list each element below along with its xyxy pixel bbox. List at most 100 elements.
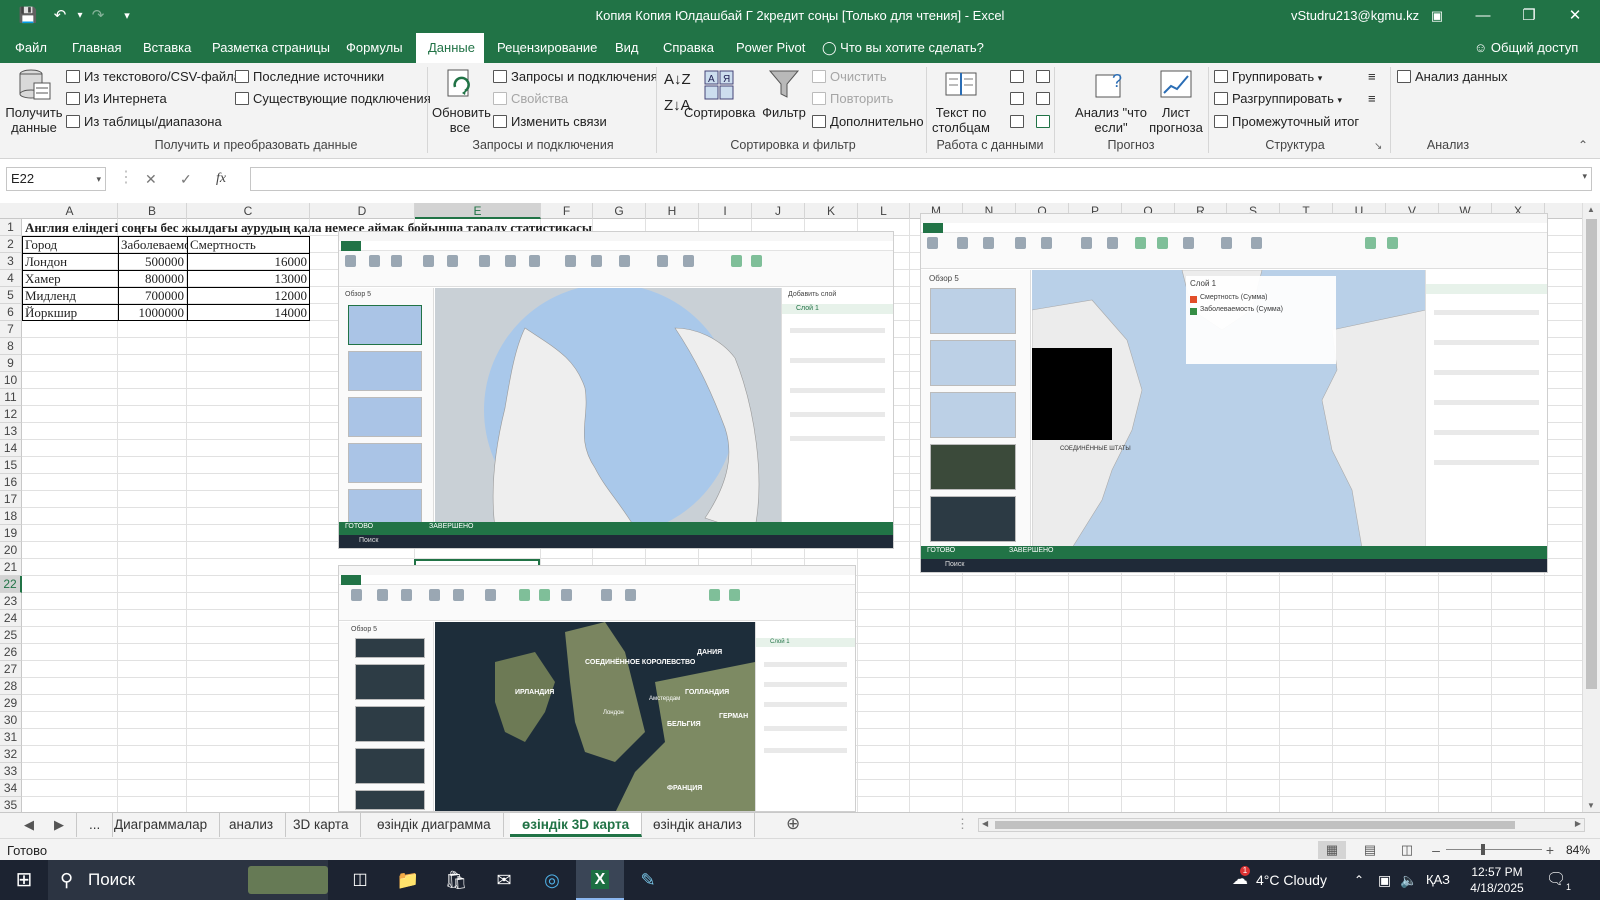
weather-text[interactable]: 4°C Cloudy (1256, 860, 1327, 900)
row-header[interactable]: 27 (0, 661, 22, 678)
insert-function-icon[interactable]: fx (216, 171, 226, 187)
tab-home[interactable]: Главная (60, 33, 133, 63)
zoom-in-icon[interactable]: + (1536, 841, 1564, 859)
excel-app-icon[interactable]: X (576, 860, 624, 900)
from-table-button[interactable]: Из таблицы/диапазона (66, 113, 222, 131)
row-header[interactable]: 18 (0, 508, 22, 525)
sort-button[interactable]: AЯ Сортировка (684, 67, 755, 120)
header-incidence[interactable]: Заболеваемость (119, 236, 187, 253)
share-button[interactable]: ☺ Общий доступ (1474, 33, 1578, 63)
sheet-tab-own-analysis[interactable]: өзіндік анализ (641, 813, 755, 837)
row-header[interactable]: 20 (0, 542, 22, 559)
task-view-icon[interactable]: ◫ (336, 860, 384, 900)
row-header[interactable]: 26 (0, 644, 22, 661)
filter-button[interactable]: Фильтр (760, 67, 808, 120)
advanced-filter-button[interactable]: Дополнительно (812, 113, 924, 131)
tab-formulas[interactable]: Формулы (334, 33, 415, 63)
table-cell[interactable]: Лондон (23, 253, 118, 270)
collapse-ribbon-icon[interactable]: ⌃ (1578, 136, 1588, 154)
page-break-view-icon[interactable]: ◫ (1393, 841, 1421, 859)
zoom-level[interactable]: 84% (1566, 843, 1590, 857)
row-header[interactable]: 22 (0, 576, 22, 593)
consolidate-icon[interactable] (1036, 68, 1054, 86)
subtotal-button[interactable]: Промежуточный итог (1214, 113, 1359, 131)
taskbar-search[interactable]: ⚲ Поиск (48, 860, 328, 900)
windows-start-icon[interactable]: ⊞ (0, 860, 48, 900)
store-icon[interactable]: 🛍 (432, 860, 480, 900)
row-header[interactable]: 19 (0, 525, 22, 542)
header-mortality[interactable]: Смертность (188, 236, 310, 253)
row-header[interactable]: 2 (0, 236, 22, 253)
flash-fill-icon[interactable] (1010, 68, 1028, 86)
sheet-tab-own-3d-map[interactable]: өзіндік 3D карта (510, 813, 643, 837)
row-header[interactable]: 11 (0, 389, 22, 406)
worksheet-grid[interactable]: ABCDEFGHIJKLMNOPQRSTUVWX 1 2 3 4 5 6 7 8 9 10 11 12… (0, 203, 1582, 812)
column-header[interactable]: I (699, 203, 752, 219)
hide-detail-icon[interactable]: ≡ (1368, 90, 1376, 108)
table-cell[interactable]: 14000 (188, 304, 309, 321)
column-header[interactable]: F (541, 203, 593, 219)
page-layout-view-icon[interactable]: ▤ (1356, 841, 1384, 859)
show-detail-icon[interactable]: ≡ (1368, 68, 1376, 86)
close-icon[interactable]: ✕ (1560, 5, 1590, 27)
file-explorer-icon[interactable]: 📁 (384, 860, 432, 900)
row-header[interactable]: 9 (0, 355, 22, 372)
get-data-button[interactable]: Получить данные (4, 67, 64, 135)
column-header[interactable]: C (187, 203, 310, 219)
clock[interactable]: 12:57 PM 4/18/2025 (1462, 864, 1532, 896)
restore-icon[interactable]: ❐ (1514, 5, 1544, 27)
row-header[interactable]: 33 (0, 763, 22, 780)
table-cell[interactable]: 800000 (119, 270, 186, 287)
table-cell[interactable]: 13000 (188, 270, 309, 287)
forecast-sheet-button[interactable]: Лист прогноза (1148, 67, 1204, 135)
expand-formula-bar-icon[interactable]: ▾ (1582, 171, 1587, 182)
chevron-down-icon[interactable]: ▾ (96, 168, 101, 190)
tab-file[interactable]: Файл (3, 33, 59, 63)
outline-dialog-launcher-icon[interactable]: ↘ (1374, 138, 1382, 156)
header-city[interactable]: Город (23, 236, 118, 253)
table-cell[interactable]: Мидленд (23, 287, 118, 304)
tab-review[interactable]: Рецензирование (485, 33, 609, 63)
embedded-screenshot-atlantic[interactable]: Обзор 5 СОЕДИНЁННЫЕ ШТАТЫ Слой 1 Смертно… (920, 213, 1548, 573)
table-cell[interactable]: Йоркшир (23, 304, 118, 321)
enter-check-icon[interactable]: ✓ (180, 171, 192, 188)
tab-page-layout[interactable]: Разметка страницы (200, 33, 342, 63)
column-header[interactable]: E (415, 203, 541, 219)
user-account[interactable]: vStudru213@kgmu.kz (1291, 8, 1419, 23)
row-header[interactable]: 14 (0, 440, 22, 457)
row-header[interactable]: 30 (0, 712, 22, 729)
queries-connections-button[interactable]: Запросы и подключения (493, 68, 658, 86)
show-hidden-icons-icon[interactable]: ⌃ (1354, 860, 1364, 900)
row-header[interactable]: 4 (0, 270, 22, 287)
table-cell[interactable]: 700000 (119, 287, 186, 304)
relationships-icon[interactable] (1036, 90, 1054, 108)
row-header[interactable]: 12 (0, 406, 22, 423)
vertical-scrollbar[interactable]: ▲ ▼ (1582, 203, 1600, 812)
vertical-scroll-thumb[interactable] (1586, 219, 1597, 689)
row-header[interactable]: 31 (0, 729, 22, 746)
row-header[interactable]: 23 (0, 593, 22, 610)
row-header[interactable]: 1 (0, 219, 22, 236)
row-header[interactable]: 3 (0, 253, 22, 270)
table-cell[interactable]: 1000000 (119, 304, 186, 321)
row-header[interactable]: 25 (0, 627, 22, 644)
table-cell[interactable]: 12000 (188, 287, 309, 304)
from-text-csv-button[interactable]: Из текстового/CSV-файла (66, 68, 241, 86)
add-sheet-icon[interactable]: ⊕ (786, 814, 800, 834)
normal-view-icon[interactable]: ▦ (1318, 841, 1346, 859)
edit-links-button[interactable]: Изменить связи (493, 113, 607, 131)
embedded-screenshot-globe[interactable]: Обзор 5 Добавить слой Слой 1 ГОТОВО ЗАВЕ… (338, 231, 894, 549)
properties-button[interactable]: Свойства (493, 90, 568, 108)
zoom-slider-handle[interactable] (1481, 844, 1485, 855)
row-header[interactable]: 13 (0, 423, 22, 440)
sheet-tab-own-chart[interactable]: өзіндік диаграмма (365, 813, 504, 837)
row-header[interactable]: 29 (0, 695, 22, 712)
map-legend[interactable]: Слой 1 Смертность (Сумма) Заболеваемость… (1186, 276, 1336, 364)
clear-filter-button[interactable]: Очистить (812, 68, 887, 86)
what-if-analysis-button[interactable]: ? Анализ "что если" (1072, 67, 1150, 135)
recent-sources-button[interactable]: Последние источники (235, 68, 384, 86)
row-header[interactable]: 7 (0, 321, 22, 338)
mail-icon[interactable]: ✉ (480, 860, 528, 900)
row-header[interactable]: 35 (0, 797, 22, 812)
tell-me-search[interactable]: ◯ Что вы хотите сделать? (822, 33, 984, 63)
